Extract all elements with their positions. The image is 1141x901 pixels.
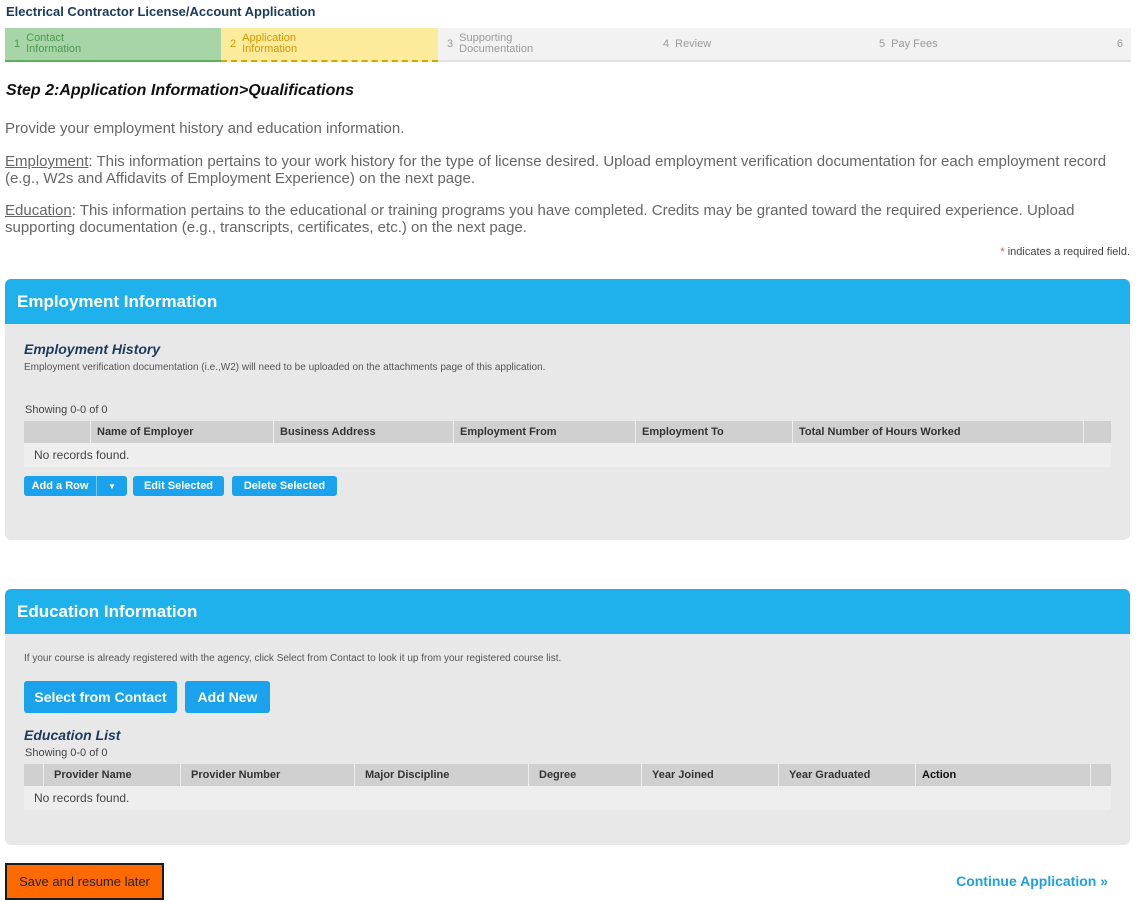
education-panel-header: Education Information: [5, 589, 1130, 634]
spacer-column: [1091, 764, 1111, 786]
employment-note: Employment verification documentation (i…: [24, 362, 546, 373]
step-number: 3: [447, 38, 454, 50]
step-label: Supporting Documentation: [459, 32, 534, 55]
employment-showing-count: Showing 0-0 of 0: [25, 404, 108, 416]
step-progress-bar: 1 Contact Information 2 Application Info…: [5, 28, 1131, 62]
delete-selected-button[interactable]: Delete Selected: [232, 476, 337, 496]
step-label: Pay Fees: [891, 37, 938, 50]
column-header[interactable]: Major Discipline: [355, 764, 529, 786]
column-header[interactable]: Total Number of Hours Worked: [793, 421, 1084, 443]
step-label: Contact Information: [26, 32, 82, 55]
edit-selected-button[interactable]: Edit Selected: [133, 476, 224, 496]
step-number: 1: [14, 38, 21, 50]
required-star: *: [1000, 246, 1005, 258]
education-text: : This information pertains to the educa…: [5, 202, 1075, 236]
step-number: 2: [230, 38, 237, 50]
column-header[interactable]: Employment From: [454, 421, 636, 443]
step-number: 5: [879, 38, 886, 50]
app-title: Electrical Contractor License/Account Ap…: [6, 4, 316, 19]
spacer-column: [1084, 421, 1111, 443]
column-header[interactable]: Provider Name: [44, 764, 181, 786]
add-new-button[interactable]: Add New: [185, 681, 270, 713]
employment-term: Employment: [5, 153, 89, 170]
column-header[interactable]: Degree: [529, 764, 642, 786]
column-header[interactable]: Year Graduated: [779, 764, 916, 786]
step-supporting-documentation: 3 Supporting Documentation: [438, 28, 654, 60]
employment-grid-header: Name of Employer Business Address Employ…: [24, 421, 1111, 443]
step-contact-information[interactable]: 1 Contact Information: [5, 28, 221, 62]
step-number: 6: [1116, 38, 1123, 50]
employment-description: Employment: This information pertains to…: [5, 153, 1133, 187]
add-row-split-button: Add a Row ▼: [24, 476, 127, 496]
education-note: If your course is already registered wit…: [24, 653, 562, 664]
chevron-down-icon[interactable]: ▼: [97, 476, 127, 496]
required-field-note: * indicates a required field.: [1000, 246, 1130, 258]
step-label: Application Information: [242, 32, 298, 55]
step-6: 6: [1086, 28, 1131, 60]
column-header[interactable]: Business Address: [274, 421, 454, 443]
step-application-information[interactable]: 2 Application Information: [221, 28, 438, 62]
employment-panel: Employment Information Employment Histor…: [5, 279, 1130, 540]
education-term: Education: [5, 202, 72, 219]
column-header[interactable]: Provider Number: [181, 764, 355, 786]
select-from-contact-button[interactable]: Select from Contact: [24, 681, 177, 713]
employment-text: : This information pertains to your work…: [5, 153, 1107, 187]
education-grid: Provider Name Provider Number Major Disc…: [24, 764, 1111, 810]
column-header[interactable]: Employment To: [636, 421, 793, 443]
education-empty-row: No records found.: [24, 786, 1111, 810]
step-review: 4 Review: [654, 28, 870, 60]
step-label: Review: [675, 37, 712, 50]
intro-text: Provide your employment history and educ…: [5, 120, 405, 137]
step-number: 4: [663, 38, 670, 50]
education-list-title: Education List: [24, 727, 121, 743]
column-header: Action: [916, 764, 1091, 786]
employment-history-title: Employment History: [24, 341, 161, 357]
page-title: Step 2:Application Information>Qualifica…: [6, 82, 355, 99]
required-note-text: indicates a required field.: [1007, 246, 1130, 258]
column-header[interactable]: Year Joined: [642, 764, 779, 786]
continue-application-link[interactable]: Continue Application »: [956, 873, 1108, 889]
education-description: Education: This information pertains to …: [5, 202, 1133, 236]
employment-panel-header: Employment Information: [5, 279, 1130, 324]
column-header[interactable]: Name of Employer: [91, 421, 274, 443]
save-and-resume-later-button[interactable]: Save and resume later: [5, 863, 164, 900]
employment-empty-row: No records found.: [24, 443, 1111, 467]
step-pay-fees: 5 Pay Fees: [870, 28, 1086, 60]
select-column: [24, 421, 91, 443]
add-row-button[interactable]: Add a Row: [24, 476, 97, 496]
select-column: [24, 764, 44, 786]
employment-grid: Name of Employer Business Address Employ…: [24, 421, 1111, 467]
education-grid-header: Provider Name Provider Number Major Disc…: [24, 764, 1111, 786]
education-showing-count: Showing 0-0 of 0: [25, 747, 108, 759]
education-panel: Education Information If your course is …: [5, 589, 1130, 845]
